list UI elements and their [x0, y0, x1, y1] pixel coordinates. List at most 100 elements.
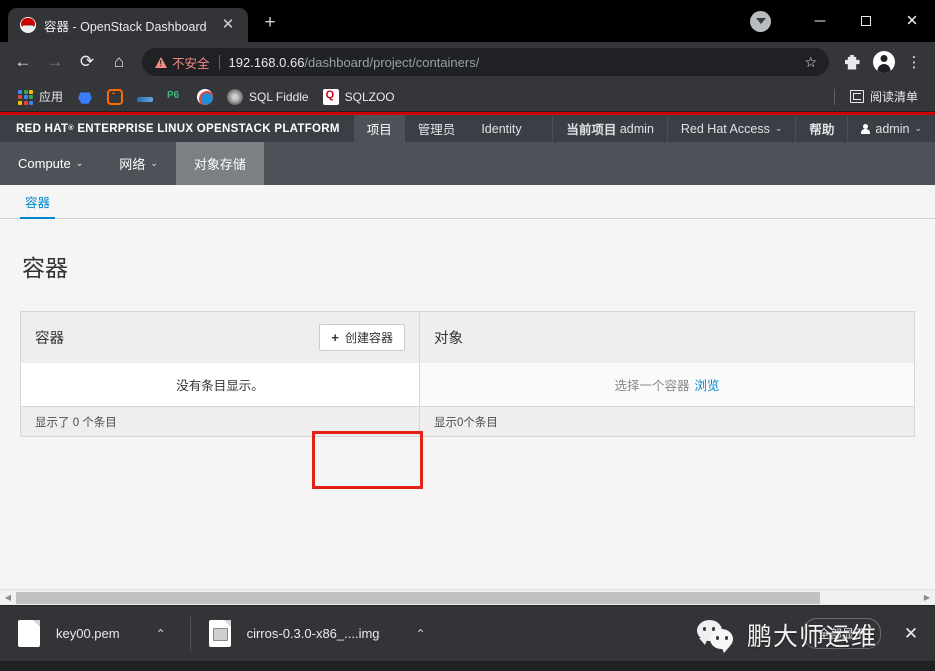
chevron-down-icon: ⌄: [75, 158, 84, 168]
browse-link[interactable]: 浏览: [695, 375, 720, 394]
download-item[interactable]: key00.pem ⌃: [12, 616, 178, 652]
page-tab-row: 容器: [0, 185, 935, 219]
bookmark-apps[interactable]: 应用: [10, 85, 70, 109]
p6-icon: [167, 89, 183, 105]
security-label[interactable]: 不安全: [172, 53, 210, 72]
bookmark-item[interactable]: [100, 85, 130, 109]
plus-icon: +: [331, 330, 339, 345]
top-nav-admin[interactable]: 管理员: [405, 115, 469, 142]
orange-bracket-icon: [107, 88, 124, 105]
redhat-access-label: Red Hat Access: [680, 121, 770, 136]
user-name: admin: [875, 121, 910, 136]
bookmark-item[interactable]: [190, 85, 220, 109]
back-icon[interactable]: ←: [8, 47, 38, 77]
containers-panel: 容器 + 创建容器 没有条目显示。 显示了 0 个条目: [20, 311, 420, 437]
sql-fiddle-icon: [227, 88, 244, 105]
scrollbar-thumb[interactable]: [16, 591, 820, 604]
scrollbar-track[interactable]: [16, 590, 919, 606]
file-icon: [18, 620, 40, 647]
chevron-down-icon: ⌄: [914, 123, 922, 133]
bookmarks-bar: 应用 SQL Fiddle SQLZOO 阅读清单: [0, 82, 935, 112]
profile-avatar-icon[interactable]: [869, 47, 899, 77]
objects-empty-state: 选择一个容器 浏览: [420, 363, 915, 407]
objects-panel-header: 对象: [420, 311, 915, 363]
address-bar[interactable]: 不安全 192.168.0.66/dashboard/project/conta…: [142, 48, 829, 76]
chevron-up-icon[interactable]: ⌃: [150, 627, 172, 641]
close-shelf-icon[interactable]: ✕: [899, 624, 923, 644]
download-shelf: key00.pem ⌃ cirros-0.3.0-x86_....img ⌃ 全…: [0, 605, 935, 661]
download-filename: cirros-0.3.0-x86_....img: [246, 626, 380, 641]
create-container-label: 创建容器: [344, 330, 393, 345]
reading-list-label: 阅读清单: [869, 90, 918, 104]
bookmark-label: 应用: [39, 90, 64, 104]
forward-icon[interactable]: →: [40, 47, 70, 77]
reload-icon[interactable]: ⟳: [72, 47, 102, 77]
top-nav-right: 当前项目 admin Red Hat Access ⌄ 帮助 admin ⌄: [552, 115, 935, 142]
bookmark-item[interactable]: [130, 85, 160, 109]
scroll-right-arrow-icon[interactable]: ▶: [919, 590, 935, 606]
bookmark-sqlzoo[interactable]: SQLZOO: [316, 85, 402, 109]
window-close-button[interactable]: ✕: [889, 0, 935, 42]
browser-window: 容器 - OpenStack Dashboard ✕ + ✕ ← → ⟳ ⌂ 不…: [0, 0, 935, 671]
bookmark-item[interactable]: [160, 85, 190, 109]
top-nav-identity[interactable]: Identity: [468, 115, 534, 142]
top-nav-items: 项目 管理员 Identity: [353, 115, 535, 142]
page-title: 容器: [22, 255, 68, 281]
home-icon[interactable]: ⌂: [104, 47, 134, 77]
maximize-button[interactable]: [843, 0, 889, 42]
subnav-compute[interactable]: Compute ⌄: [0, 142, 101, 185]
subnav-network[interactable]: 网络 ⌄: [101, 142, 176, 185]
bookmark-sql-fiddle[interactable]: SQL Fiddle: [220, 85, 316, 109]
user-menu[interactable]: admin ⌄: [847, 115, 935, 142]
help-link[interactable]: 帮助: [795, 115, 847, 142]
bookmark-item[interactable]: [70, 85, 100, 109]
brand-logo[interactable]: RED HAT ® ENTERPRISE LINUX OPENSTACK PLAT…: [0, 115, 354, 142]
extensions-icon[interactable]: [837, 47, 867, 77]
current-project-indicator[interactable]: 当前项目 admin: [552, 115, 667, 142]
download-item[interactable]: cirros-0.3.0-x86_....img ⌃: [203, 616, 438, 652]
bookmark-star-icon[interactable]: ☆: [796, 54, 817, 71]
browser-toolbar: ← → ⟳ ⌂ 不安全 192.168.0.66/dashboard/proje…: [0, 42, 935, 82]
tab-containers[interactable]: 容器: [20, 185, 56, 219]
chevron-down-icon[interactable]: [750, 10, 771, 32]
objects-panel-footer: 显示0个条目: [420, 407, 915, 437]
url-path: /dashboard/project/containers/: [304, 54, 480, 70]
brand-redhat: RED HAT: [16, 122, 69, 135]
reading-list-button[interactable]: 阅读清单: [843, 85, 925, 109]
current-project-label: 当前项目: [566, 123, 617, 137]
image-file-icon: [208, 620, 231, 647]
redhat-access-menu[interactable]: Red Hat Access ⌄: [666, 115, 795, 142]
subnav-object-storage[interactable]: 对象存储: [175, 142, 264, 185]
blue-pen-icon: [137, 97, 154, 102]
new-tab-button[interactable]: +: [256, 10, 284, 38]
download-filename: key00.pem: [56, 626, 120, 641]
help-label: 帮助: [809, 123, 835, 137]
brand-rest: ENTERPRISE LINUX OPENSTACK PLATFORM: [77, 122, 340, 135]
browser-eye-icon: [197, 88, 214, 105]
containers-panel-title: 容器: [35, 331, 64, 347]
close-icon[interactable]: ✕: [218, 15, 238, 35]
current-project-value: admin: [619, 121, 654, 136]
chevron-down-icon: ⌄: [774, 123, 783, 133]
subnav-object-storage-label: 对象存储: [193, 157, 246, 172]
omnibox-divider: [218, 54, 220, 70]
apps-grid-icon: [17, 89, 33, 105]
minimize-button[interactable]: [797, 0, 843, 42]
url-text: 192.168.0.66/dashboard/project/container…: [229, 55, 480, 70]
horizontal-scrollbar[interactable]: ◀ ▶: [0, 589, 935, 605]
browser-menu-icon[interactable]: ⋮: [901, 53, 927, 71]
download-shelf-right: 全部显示 ✕: [802, 618, 923, 649]
top-nav-project[interactable]: 项目: [353, 115, 405, 142]
annotation-rectangle: [312, 431, 423, 489]
sqlzoo-icon: [322, 88, 339, 105]
create-container-button[interactable]: + 创建容器: [319, 324, 405, 351]
bookmark-label: SQLZOO: [344, 89, 395, 104]
url-host: 192.168.0.66: [228, 54, 305, 70]
objects-empty-message: 选择一个容器: [614, 379, 690, 393]
blue-pentagon-icon: [78, 92, 92, 104]
browser-tab[interactable]: 容器 - OpenStack Dashboard ✕: [8, 8, 248, 42]
scroll-left-arrow-icon[interactable]: ◀: [0, 590, 16, 606]
chevron-up-icon[interactable]: ⌃: [410, 627, 432, 641]
show-all-downloads-button[interactable]: 全部显示: [802, 618, 881, 649]
window-controls: ✕: [750, 0, 935, 42]
